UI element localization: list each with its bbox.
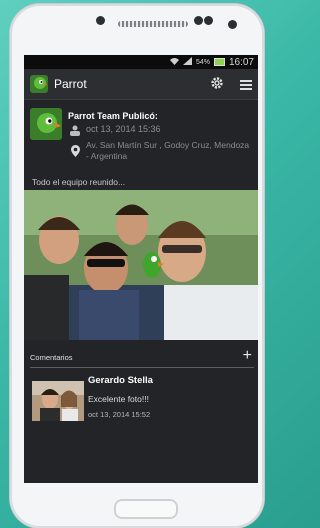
battery-percent: 54% [195,58,210,66]
group-people-icon [68,123,82,141]
sensor-dot [228,20,237,29]
location-pin-icon [71,144,80,162]
action-bar: Parrot [24,69,258,100]
front-camera [96,16,105,25]
comments-title: Comentarios [30,353,73,362]
add-comment-plus-icon[interactable]: + [243,348,252,364]
clock: 16:07 [228,56,254,68]
comment-text: Excelente foto!!! [88,394,149,404]
comment-date: oct 13, 2014 15:52 [88,410,151,419]
comment-avatar[interactable] [32,381,84,421]
battery-icon [213,58,225,66]
signal-icon [182,56,192,68]
post-location[interactable]: Av. San Martín Sur , Godoy Cruz, Mendoza… [86,140,251,162]
post-author[interactable]: Parrot Team Publicó: [68,111,158,121]
wifi-icon [169,57,179,68]
sensor-dot [194,16,203,25]
post-header: Parrot Team Publicó: oct 13, 2014 15:36 … [24,100,258,174]
author-avatar[interactable] [30,108,62,140]
app-title: Parrot [54,77,87,91]
app-screen: 54% 16:07 Parrot Parrot Team Publicó: oc… [24,55,258,483]
home-button[interactable] [114,499,178,519]
post-date: oct 13, 2014 15:36 [86,124,161,134]
status-bar: 54% 16:07 [24,55,258,69]
sensor-dot [204,16,213,25]
post-photo[interactable] [24,190,258,340]
speaker-grill [118,21,188,27]
parrot-logo-icon[interactable] [30,75,48,93]
comment-author[interactable]: Gerardo Stella [88,375,153,386]
post-caption: Todo el equipo reunido... [32,177,126,187]
divider [30,367,254,368]
settings-gear-icon[interactable] [210,76,224,95]
menu-icon[interactable] [240,77,252,95]
